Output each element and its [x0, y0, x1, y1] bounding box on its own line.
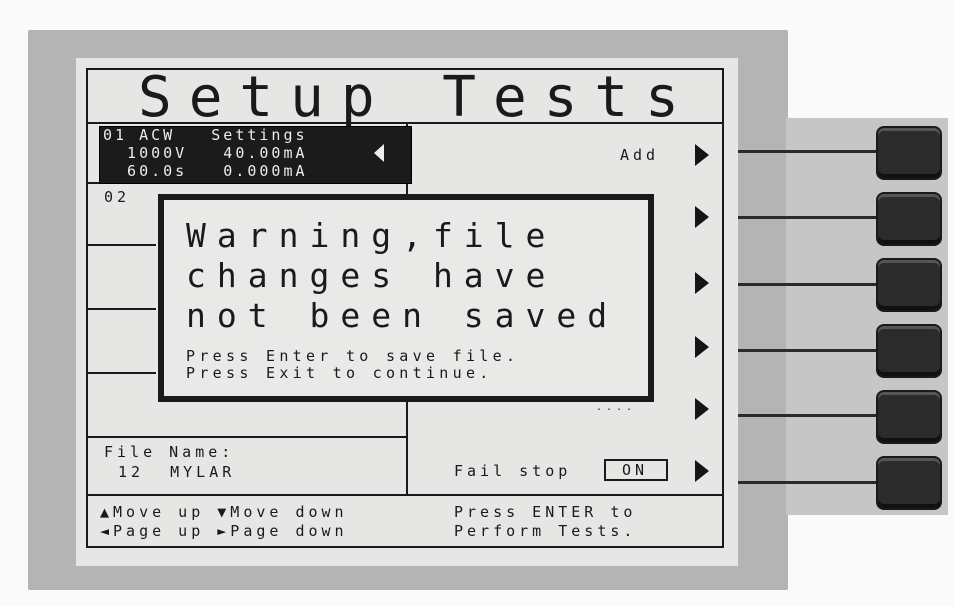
page-title: Setup Tests — [138, 65, 696, 130]
softkey-fail-stop-label: Fail stop — [454, 462, 572, 480]
softkey-partial-label: .... — [596, 402, 637, 413]
softkey-4-arrow-icon — [695, 336, 709, 358]
softkey-1-button[interactable] — [878, 128, 940, 178]
file-name-value: 12 MYLAR — [118, 463, 236, 481]
help-page-keys: ◄Page up ►Page down — [100, 522, 348, 540]
step-01-time-current: 60.0s 0.000mA — [103, 162, 308, 180]
softkey-3-trace — [738, 283, 884, 286]
softkey-5-button[interactable] — [878, 392, 940, 442]
softkey-6-arrow-icon — [695, 460, 709, 482]
softkey-6-trace — [738, 481, 884, 484]
softkey-4-trace — [738, 349, 884, 352]
help-move-keys: ▲Move up ▼Move down — [100, 503, 348, 521]
cursor-left-icon — [374, 144, 384, 162]
divider-step-04 — [86, 308, 156, 310]
softkey-2-arrow-icon — [695, 206, 709, 228]
softkey-2-trace — [738, 216, 884, 219]
softkey-3-button[interactable] — [878, 260, 940, 310]
divider-step-05 — [86, 372, 156, 374]
softkey-2-button[interactable] — [878, 194, 940, 244]
fail-stop-value: ON — [622, 461, 649, 479]
step-01-header: 01 ACW Settings — [103, 126, 308, 144]
unsaved-changes-dialog: Warning,file changes have not been saved… — [158, 194, 654, 402]
step-01-voltage-current: 1000V 40.00mA — [103, 144, 308, 162]
dialog-instruction-exit: Press Exit to continue. — [186, 364, 493, 382]
divider-step-03 — [86, 244, 156, 246]
softkey-5-trace — [738, 414, 884, 417]
dialog-warning-line3: not been saved — [186, 296, 619, 335]
dialog-instruction-enter: Press Enter to save file. — [186, 347, 520, 365]
step-01-cell[interactable]: 01 ACW Settings 1000V 40.00mA 60.0s 0.00… — [99, 126, 412, 184]
divider-file — [86, 436, 408, 438]
divider-help — [86, 494, 724, 496]
softkey-6-button[interactable] — [878, 458, 940, 508]
softkey-1-arrow-icon — [695, 144, 709, 166]
file-name-label: File Name: — [104, 443, 235, 461]
help-enter-line2: Perform Tests. — [454, 522, 637, 540]
dialog-warning-line2: changes have — [186, 256, 557, 295]
softkey-3-arrow-icon — [695, 272, 709, 294]
step-02-label[interactable]: 02 — [104, 190, 130, 205]
softkey-5-arrow-icon — [695, 398, 709, 420]
dialog-warning-line1: Warning,file — [186, 216, 557, 255]
softkey-1-trace — [738, 150, 884, 153]
softkey-add-label: Add — [620, 146, 660, 164]
softkey-4-button[interactable] — [878, 326, 940, 376]
fail-stop-toggle[interactable]: ON — [604, 459, 668, 481]
help-enter-line1: Press ENTER to — [454, 503, 637, 521]
